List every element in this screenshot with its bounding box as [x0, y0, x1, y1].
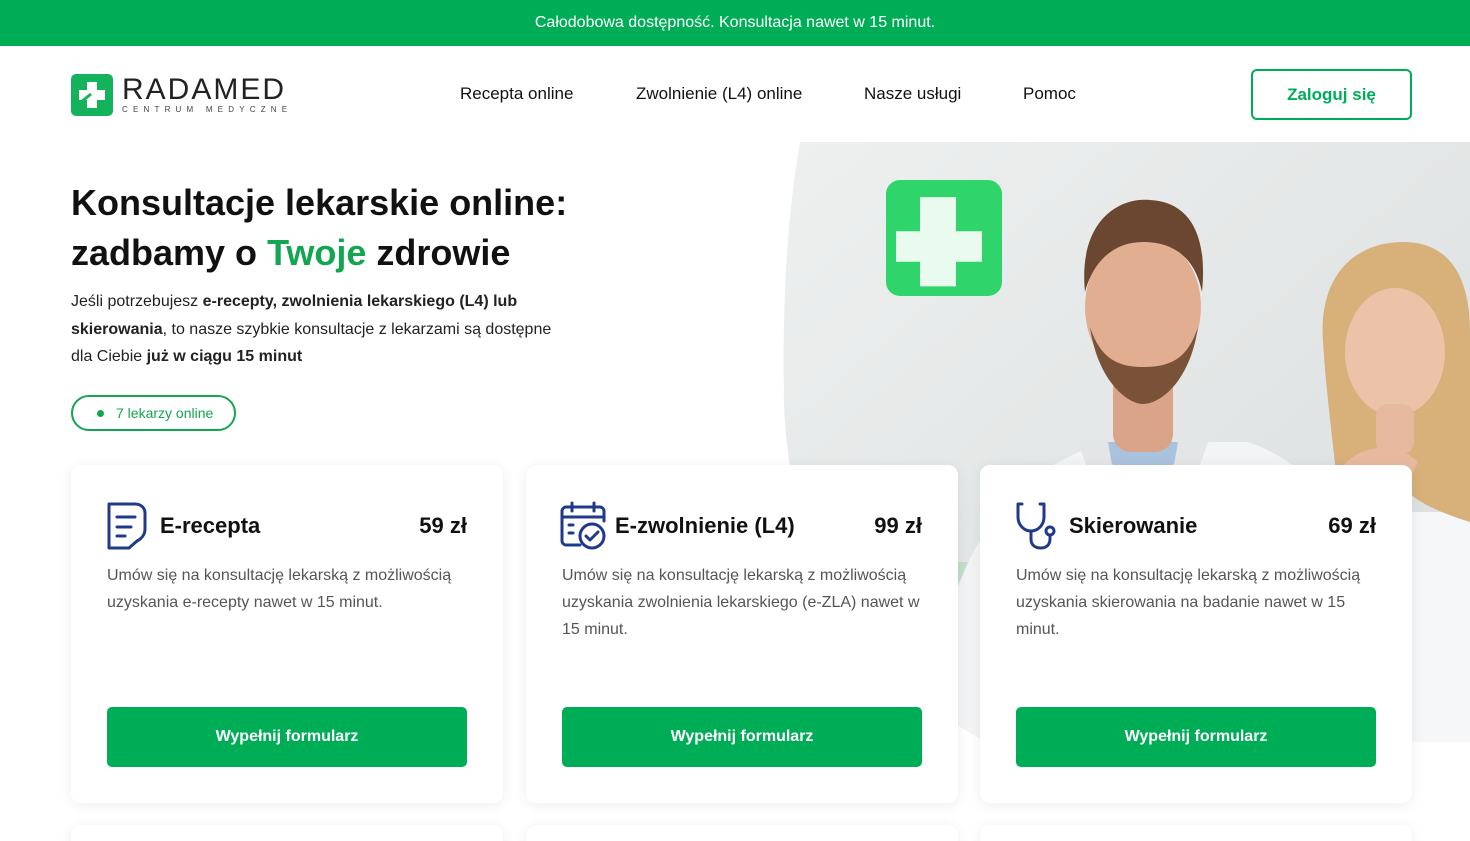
- fill-form-button-skierowanie[interactable]: Wypełnij formularz: [1016, 707, 1376, 767]
- doctors-online-badge: 7 lekarzy online: [71, 395, 236, 431]
- doctors-online-text: 7 lekarzy online: [116, 405, 214, 421]
- hero-heading-line2-pre: zadbamy o: [71, 232, 268, 273]
- hero-heading: Konsultacje lekarskie online: zadbamy o …: [71, 178, 567, 278]
- hero-heading-line2-post: zdrowie: [366, 232, 511, 273]
- hero-heading-line1: Konsultacje lekarskie online:: [71, 182, 568, 223]
- nav-item-pomoc[interactable]: Pomoc: [1023, 84, 1076, 104]
- stethoscope-icon: [1014, 501, 1060, 551]
- announcement-bar: Całodobowa dostępność. Konsultacja nawet…: [0, 0, 1470, 46]
- card-price: 69 zł: [1328, 513, 1376, 538]
- nav-item-zwolnienie-online[interactable]: Zwolnienie (L4) online: [636, 84, 802, 104]
- service-card-e-zwolnienie: E-zwolnienie (L4) 99 zł Umów się na kons…: [526, 465, 958, 803]
- logo-subtitle: CENTRUM MEDYCZNE: [122, 104, 293, 114]
- service-card-skierowanie: Skierowanie 69 zł Umów się na konsultacj…: [980, 465, 1412, 803]
- card-title: E-zwolnienie (L4): [615, 513, 795, 538]
- hero-desc-bold2: już w ciągu 15 minut: [146, 348, 303, 365]
- logo-name: RADAMED: [122, 72, 287, 106]
- fill-form-button-e-recepta[interactable]: Wypełnij formularz: [107, 707, 467, 767]
- login-button[interactable]: Zaloguj się: [1251, 69, 1412, 120]
- logo-cross-icon: [71, 74, 113, 116]
- hero-heading-accent: Twoje: [267, 232, 367, 273]
- card-title: E-recepta: [160, 513, 261, 538]
- announcement-text: Całodobowa dostępność. Konsultacja nawet…: [534, 14, 936, 31]
- logo[interactable]: RADAMED CENTRUM MEDYCZNE: [71, 74, 292, 116]
- card-description: Umów się na konsultację lekarską z możli…: [562, 567, 920, 638]
- site-header: RADAMED CENTRUM MEDYCZNE Recepta online …: [0, 46, 1470, 142]
- card-title: Skierowanie: [1069, 513, 1198, 538]
- nav-item-recepta-online[interactable]: Recepta online: [460, 84, 573, 104]
- service-card-lower: [71, 825, 503, 841]
- calendar-check-icon: [560, 501, 606, 551]
- nav-item-nasze-uslugi[interactable]: Nasze usługi: [864, 84, 961, 104]
- prescription-icon: [105, 501, 151, 551]
- service-card-e-recepta: E-recepta 59 zł Umów się na konsultację …: [71, 465, 503, 803]
- card-price: 59 zł: [419, 513, 467, 538]
- service-card-lower: [526, 825, 958, 841]
- service-card-lower: [980, 825, 1412, 841]
- hero-desc-part1: Jeśli potrzebujesz: [71, 293, 203, 310]
- card-description: Umów się na konsultację lekarską z możli…: [1016, 567, 1361, 638]
- hero-description: Jeśli potrzebujesz e-recepty, zwolnienia…: [71, 288, 571, 371]
- card-price: 99 zł: [874, 513, 922, 538]
- card-description: Umów się na konsultację lekarską z możli…: [107, 567, 452, 611]
- online-status-dot-icon: [97, 409, 104, 417]
- fill-form-button-e-zwolnienie[interactable]: Wypełnij formularz: [562, 707, 922, 767]
